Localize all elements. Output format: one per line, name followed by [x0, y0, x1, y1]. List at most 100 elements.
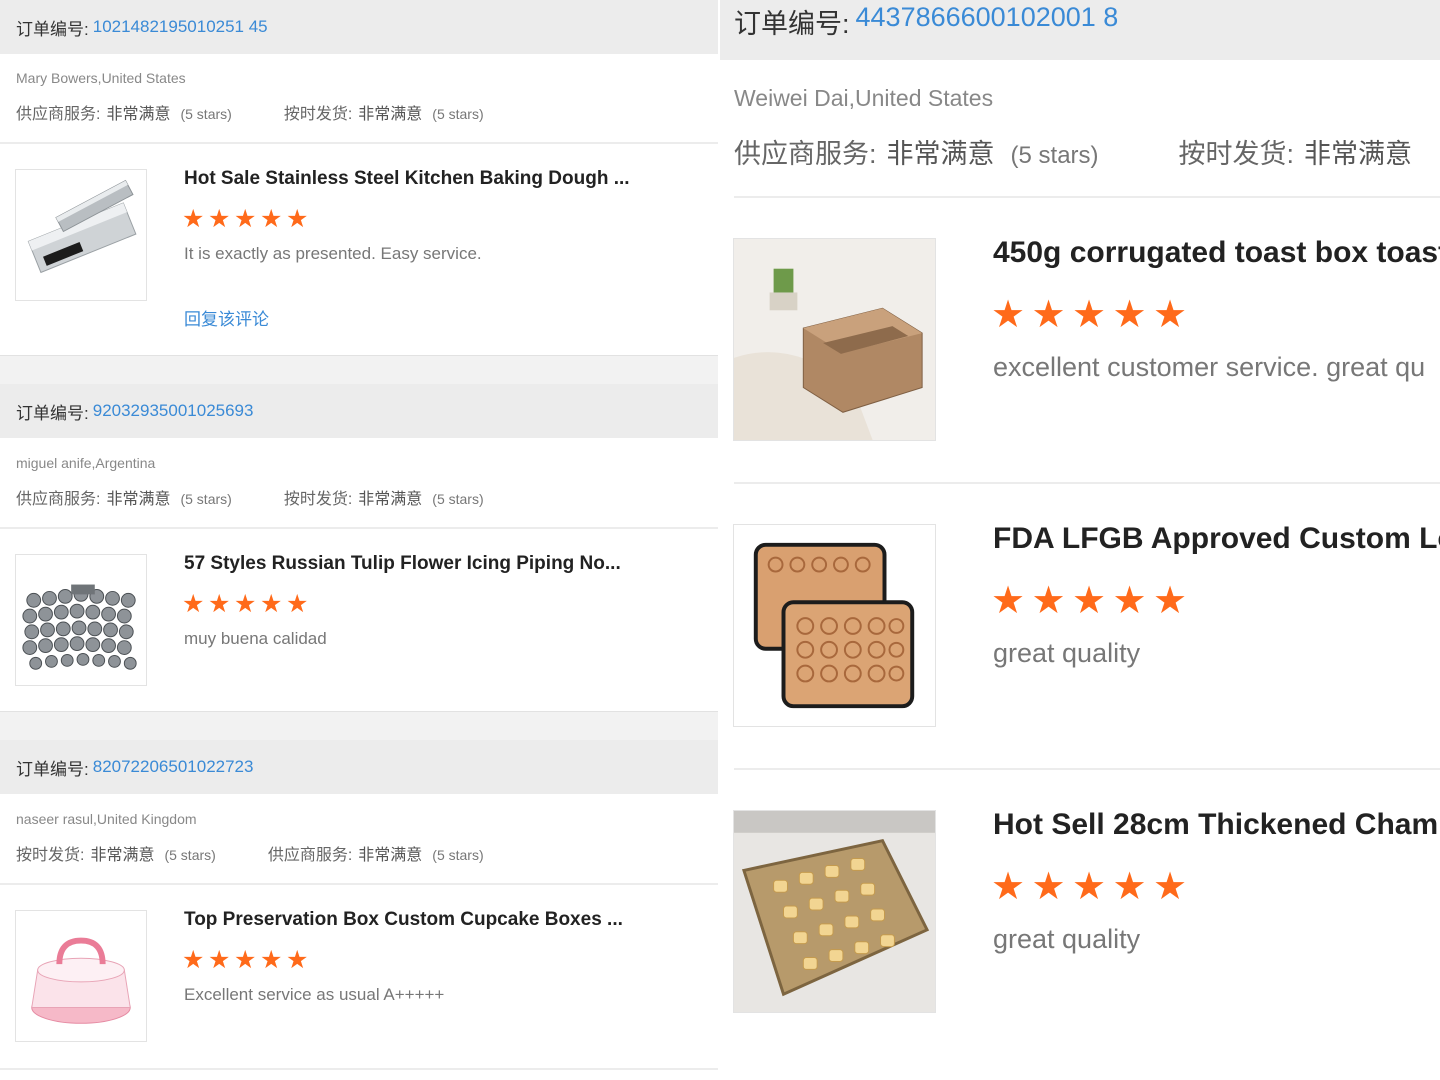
- rating-stars-text: (5 stars): [180, 106, 232, 122]
- star-rating: ★ ★ ★ ★ ★: [991, 868, 1194, 906]
- divider: [734, 482, 1440, 484]
- star-icon: ★: [1112, 580, 1147, 622]
- rating-key: 按时发货:: [283, 491, 353, 508]
- order-label: 订单编号:: [16, 759, 89, 779]
- rating-on-time-delivery: 按时发货: 非常满意 (5 stars): [284, 485, 484, 509]
- star-icon: ★: [260, 946, 283, 974]
- rating-stars-text: (5 stars): [164, 847, 216, 863]
- divider: [734, 768, 1440, 770]
- star-icon: ★: [1072, 294, 1107, 336]
- rating-value: 非常满意: [1304, 139, 1413, 169]
- customer-name: naseer rasul,United Kingdom: [16, 811, 197, 827]
- rating-key: 按时发货:: [16, 847, 85, 864]
- product-title-link[interactable]: 450g corrugated toast box toast: [993, 236, 1440, 270]
- silicone-mat-image[interactable]: [733, 524, 936, 727]
- star-icon: ★: [991, 294, 1026, 336]
- rating-supplier-service: 供应商服务: 非常满意 (5 stars): [16, 485, 232, 509]
- star-icon: ★: [1031, 294, 1066, 336]
- star-icon: ★: [260, 590, 283, 618]
- order-number-link[interactable]: 92032935001025693: [93, 401, 254, 421]
- rating-stars-text: (5 stars): [1010, 142, 1099, 169]
- star-icon: ★: [1072, 580, 1107, 622]
- review-text: muy buena calidad: [184, 629, 327, 648]
- divider: [0, 527, 720, 529]
- section-separator: [0, 711, 720, 741]
- review-text: It is exactly as presented. Easy service…: [184, 244, 482, 263]
- divider: [0, 883, 720, 885]
- rating-supplier-service: 供应商服务: 非常满意 (5 stars): [268, 841, 484, 865]
- rating-key: 供应商服务:: [16, 106, 101, 123]
- star-icon: ★: [208, 205, 231, 233]
- rating-value: 非常满意: [358, 106, 423, 123]
- order-number-link[interactable]: 82072206501022723: [93, 757, 254, 777]
- star-icon: ★: [286, 590, 309, 618]
- product-title-link[interactable]: FDA LFGB Approved Custom Lo: [993, 522, 1440, 556]
- divider: [734, 196, 1440, 198]
- cupcake-carrier-image[interactable]: [15, 910, 147, 1042]
- reply-review-link[interactable]: 回复该评论: [184, 305, 269, 330]
- rating-value: 非常满意: [886, 139, 995, 169]
- rating-value: 非常满意: [90, 847, 155, 864]
- star-rating: ★ ★ ★ ★ ★: [991, 296, 1194, 334]
- rating-on-time-delivery: 按时发货: 非常满意 (5 stars): [16, 841, 216, 865]
- ratings-row: 供应商服务: 非常满意 (5 stars) 按时发货: 非常满意 (5 star…: [16, 485, 484, 509]
- star-icon: ★: [182, 205, 205, 233]
- star-icon: ★: [1153, 580, 1188, 622]
- divider: [0, 142, 720, 144]
- star-icon: ★: [286, 205, 309, 233]
- review-text: Excellent service as usual A+++++: [184, 985, 445, 1004]
- star-icon: ★: [234, 205, 257, 233]
- star-icon: ★: [991, 866, 1026, 908]
- rating-value: 非常满意: [106, 491, 171, 508]
- star-icon: ★: [1031, 580, 1066, 622]
- star-icon: ★: [1031, 866, 1066, 908]
- rating-key: 供应商服务:: [734, 139, 877, 169]
- order-number-link[interactable]: 1021482195010251 45: [93, 17, 268, 37]
- dough-scraper-image[interactable]: [15, 169, 147, 301]
- review-text: excellent customer service. great qu: [993, 352, 1426, 382]
- order-label: 订单编号:: [734, 9, 850, 39]
- section-separator: [0, 355, 720, 385]
- order-label: 订单编号:: [16, 403, 89, 423]
- star-rating: ★ ★ ★ ★ ★: [182, 207, 312, 232]
- rating-key: 按时发货:: [283, 106, 353, 123]
- star-icon: ★: [260, 205, 283, 233]
- piping-nozzles-image[interactable]: [15, 554, 147, 686]
- ratings-row: 供应商服务: 非常满意 (5 stars) 按时发货: 非常满意 (5 star…: [16, 100, 484, 124]
- product-title-link[interactable]: Hot Sell 28cm Thickened Cham: [993, 808, 1440, 842]
- star-rating: ★ ★ ★ ★ ★: [182, 592, 312, 617]
- order-header: 订单编号: 4437866600102001 8: [720, 0, 1440, 60]
- customer-name: Weiwei Dai,United States: [734, 85, 994, 111]
- rating-stars-text: (5 stars): [432, 106, 484, 122]
- order-number-link[interactable]: 4437866600102001 8: [856, 2, 1119, 33]
- product-title-link[interactable]: 57 Styles Russian Tulip Flower Icing Pip…: [184, 553, 644, 575]
- baking-tray-image[interactable]: [733, 810, 936, 1013]
- review-text: great quality: [993, 924, 1141, 954]
- star-rating: ★ ★ ★ ★ ★: [182, 948, 312, 973]
- toast-box-image[interactable]: [733, 238, 936, 441]
- order-header: 订单编号: 92032935001025693: [0, 384, 720, 438]
- rating-supplier-service: 供应商服务: 非常满意 (5 stars): [734, 132, 1099, 171]
- rating-stars-text: (5 stars): [432, 847, 484, 863]
- star-icon: ★: [1153, 866, 1188, 908]
- order-header: 订单编号: 1021482195010251 45: [0, 0, 720, 54]
- star-icon: ★: [991, 580, 1026, 622]
- star-icon: ★: [1072, 866, 1107, 908]
- rating-on-time-delivery: 按时发货: 非常满意 (5 stars): [284, 100, 484, 124]
- product-title-link[interactable]: Hot Sale Stainless Steel Kitchen Baking …: [184, 168, 644, 190]
- customer-name: Mary Bowers,United States: [16, 70, 186, 86]
- rating-key: 供应商服务:: [16, 491, 101, 508]
- star-icon: ★: [234, 946, 257, 974]
- star-icon: ★: [286, 946, 309, 974]
- right-review-panel-zoomed: 订单编号: 4437866600102001 8 Weiwei Dai,Unit…: [720, 0, 1440, 1080]
- star-icon: ★: [234, 590, 257, 618]
- rating-supplier-service: 供应商服务: 非常满意 (5 stars): [16, 100, 232, 124]
- left-review-panel: 订单编号: 1021482195010251 45 Mary Bowers,Un…: [0, 0, 720, 1080]
- divider: [0, 1068, 720, 1070]
- star-icon: ★: [1112, 866, 1147, 908]
- rating-value: 非常满意: [106, 106, 171, 123]
- product-title-link[interactable]: Top Preservation Box Custom Cupcake Boxe…: [184, 909, 644, 931]
- star-icon: ★: [1112, 294, 1147, 336]
- rating-key: 供应商服务:: [267, 847, 353, 864]
- order-label: 订单编号:: [16, 19, 89, 39]
